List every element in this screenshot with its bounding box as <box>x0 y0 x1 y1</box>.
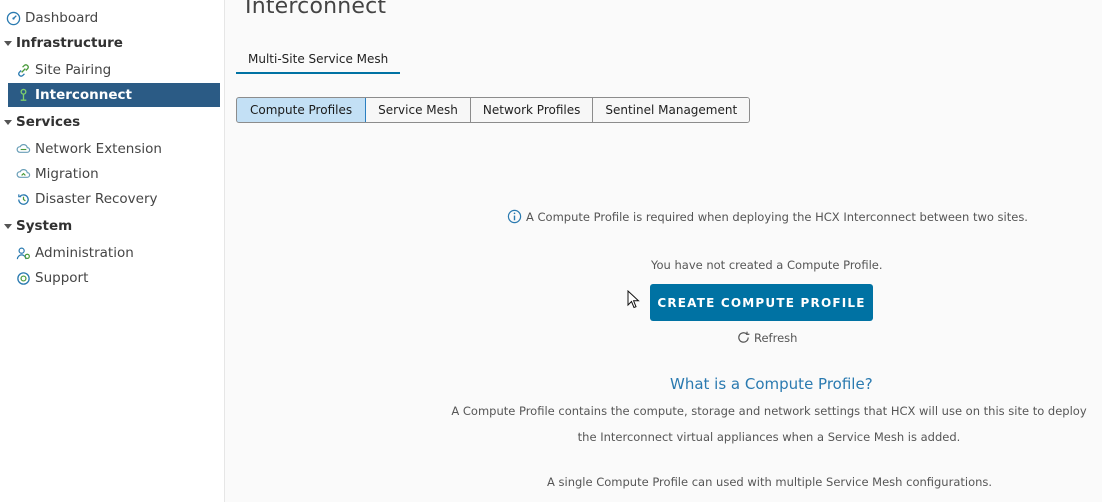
sidebar-item-network-extension[interactable]: Network Extension <box>15 137 162 161</box>
sidebar-item-site-pairing[interactable]: Site Pairing <box>15 58 111 82</box>
sidebar-item-dashboard[interactable]: Dashboard <box>5 6 98 30</box>
sidebar: Dashboard Infrastructure Site Pairing In… <box>0 0 225 502</box>
mouse-cursor-icon <box>627 290 640 309</box>
sidebar-item-administration[interactable]: Administration <box>15 241 134 265</box>
sidebar-item-label: Migration <box>35 166 99 182</box>
interconnect-icon <box>15 87 31 103</box>
sub-tab-bar: Compute Profiles Service Mesh Network Pr… <box>236 97 751 123</box>
sidebar-item-label: Site Pairing <box>35 62 112 78</box>
tab-multi-site-service-mesh[interactable]: Multi-Site Service Mesh <box>236 46 401 74</box>
caret-down-icon <box>4 40 12 46</box>
refresh-icon <box>738 331 750 343</box>
sidebar-item-label: Network Extension <box>35 141 162 157</box>
tab-sentinel-management[interactable]: Sentinel Management <box>593 98 750 122</box>
refresh-link[interactable]: Refresh <box>736 330 797 345</box>
sidebar-item-label: Disaster Recovery <box>35 191 158 207</box>
refresh-label: Refresh <box>754 330 798 345</box>
section-services[interactable]: Services <box>0 110 80 134</box>
description-line: the Interconnect virtual appliances when… <box>577 430 961 444</box>
what-is-compute-profile-heading: What is a Compute Profile? <box>670 375 873 393</box>
section-infrastructure[interactable]: Infrastructure <box>0 31 123 55</box>
main-content: Interconnect Multi-Site Service Mesh Com… <box>225 0 1102 502</box>
info-text: A Compute Profile is required when deplo… <box>526 209 1028 224</box>
section-label: System <box>16 218 73 234</box>
section-label: Infrastructure <box>16 35 123 51</box>
page-title: Interconnect <box>245 0 387 19</box>
sidebar-item-label: Support <box>35 270 89 286</box>
tab-service-mesh[interactable]: Service Mesh <box>366 98 471 122</box>
cloud-migrate-icon <box>15 166 31 182</box>
caret-down-icon <box>4 119 12 125</box>
lifebuoy-icon <box>15 270 31 286</box>
sidebar-item-label: Dashboard <box>25 10 99 26</box>
sidebar-item-support[interactable]: Support <box>15 266 88 290</box>
description-line: A Compute Profile contains the compute, … <box>451 404 1087 418</box>
sidebar-item-migration[interactable]: Migration <box>15 162 99 186</box>
link-icon <box>15 62 31 78</box>
section-label: Services <box>16 114 81 130</box>
sidebar-item-label: Interconnect <box>35 87 133 103</box>
info-message: A Compute Profile is required when deplo… <box>507 209 1028 224</box>
create-compute-profile-button[interactable]: CREATE COMPUTE PROFILE <box>650 284 873 321</box>
speedometer-icon <box>5 10 21 26</box>
empty-state-text: You have not created a Compute Profile. <box>651 258 883 272</box>
section-system[interactable]: System <box>0 214 72 238</box>
description: A Compute Profile contains the compute, … <box>449 398 1089 450</box>
user-gear-icon <box>15 245 31 261</box>
tab-network-profiles[interactable]: Network Profiles <box>470 98 594 122</box>
cloud-network-icon <box>15 141 31 157</box>
caret-down-icon <box>4 223 12 229</box>
info-circle-icon <box>507 209 522 224</box>
sidebar-item-disaster-recovery[interactable]: Disaster Recovery <box>15 187 158 211</box>
tab-compute-profiles[interactable]: Compute Profiles <box>237 98 367 122</box>
description-line: A single Compute Profile can used with m… <box>547 475 993 489</box>
sidebar-item-interconnect[interactable]: Interconnect <box>8 83 220 107</box>
sidebar-item-label: Administration <box>35 245 134 261</box>
history-icon <box>15 191 31 207</box>
